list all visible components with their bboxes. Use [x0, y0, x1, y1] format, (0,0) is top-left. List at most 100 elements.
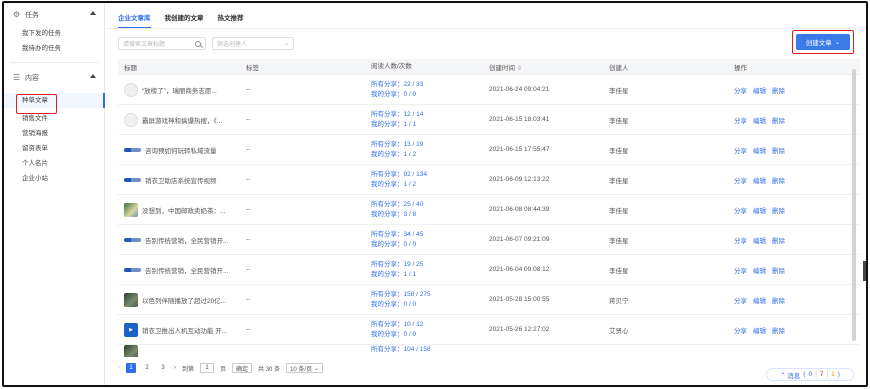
vertical-scrollbar[interactable]: [852, 69, 856, 341]
article-title[interactable]: 销衣卫助店系统宣传视频: [145, 175, 217, 185]
page-3[interactable]: 3: [158, 363, 168, 373]
page-1[interactable]: 1: [126, 363, 136, 373]
sidebar-item-lead-forms[interactable]: 留资表单: [4, 141, 104, 156]
pagination: ‹ 1 2 3 › 到第 1 页 确定 共 30 条 10 条/页 ⌄: [118, 363, 324, 373]
cell-actions: 分享 编辑 删除: [734, 145, 860, 155]
cell-reads: 所有分享：22 / 33 我的分享：0 / 0: [371, 80, 489, 100]
edit-link[interactable]: 编辑: [753, 145, 766, 155]
article-title[interactable]: “放榜了”，瑞丽商务志愿...: [142, 85, 217, 95]
cell-title[interactable]: 没想到，中国邮政卖奶茶：...: [118, 202, 246, 217]
article-thumbnail: [124, 82, 138, 97]
cell-title[interactable]: ▶ 销衣卫推出人机互动功能 开...: [118, 322, 246, 337]
reads-all: 所有分享：104 / 158: [371, 346, 431, 353]
share-link[interactable]: 分享: [734, 325, 747, 335]
article-title[interactable]: 销衣卫推出人机互动功能 开...: [142, 325, 227, 335]
table-row[interactable]: 告别传统营销，全民营销开... -- 所有分享：34 / 45 我的分享：0 / 0 2…: [118, 225, 860, 255]
cell-created-time: 2021-06-04 09:08:12: [489, 266, 550, 273]
edit-link[interactable]: 编辑: [753, 205, 766, 215]
side-drawer-handle[interactable]: [863, 261, 866, 281]
edit-link[interactable]: 编辑: [753, 175, 766, 185]
cell-title[interactable]: 咨询预如何玩转私域流量: [118, 145, 246, 155]
delete-link[interactable]: 删除: [772, 295, 785, 305]
table-row[interactable]: 以色列伴随播放了超过20亿... -- 所有分享：158 / 275 我的分享：0 /…: [118, 285, 860, 315]
cell-reads: 所有分享：34 / 45 我的分享：0 / 0: [371, 230, 489, 250]
table-row[interactable]: ▶ 销衣卫推出人机互动功能 开... -- 所有分享：10 / 12 我的分享：0 / …: [118, 315, 860, 345]
table-row[interactable]: 霸屏游戏神和搞爆热搜，《... -- 所有分享：12 / 14 我的分享：1 / 1 2…: [118, 105, 860, 135]
article-thumbnail: [124, 237, 141, 242]
sidebar-item-company-site[interactable]: 企业小站: [4, 171, 104, 186]
table-row[interactable]: “放榜了”，瑞丽商务志愿... -- 所有分享：22 / 33 我的分享：0 / 0 2…: [118, 75, 860, 105]
table-row[interactable]: 销衣卫助店系统宣传视频 -- 所有分享：92 / 134 我的分享：1 / 2 2021…: [118, 165, 860, 195]
cell-creator: 李佳星: [609, 117, 629, 125]
share-link[interactable]: 分享: [734, 205, 747, 215]
table-row[interactable]: 没想到，中国邮政卖奶茶：... -- 所有分享：25 / 40 我的分享：3 / 8 2…: [118, 195, 860, 225]
article-title[interactable]: 告别传统营销，全民营销开...: [145, 235, 228, 245]
article-title[interactable]: 霸屏游戏神和搞爆热搜，《...: [142, 115, 222, 125]
share-link[interactable]: 分享: [734, 295, 747, 305]
sidebar-item-my-pending-tasks[interactable]: 我待办的任务: [4, 41, 104, 56]
col-created-time[interactable]: 创建时间 ⇕: [489, 62, 609, 72]
table-row[interactable]: 所有分享：104 / 158: [118, 345, 860, 357]
share-link[interactable]: 分享: [734, 115, 747, 125]
cell-title[interactable]: 告别传统营销，全民营销开...: [118, 265, 246, 275]
prev-page-icon[interactable]: ‹: [118, 365, 120, 371]
sidebar-group-task[interactable]: ⚙ 任务: [4, 4, 104, 26]
share-link[interactable]: 分享: [734, 145, 747, 155]
sidebar-item-business-card[interactable]: 个人名片: [4, 156, 104, 171]
share-link[interactable]: 分享: [734, 85, 747, 95]
edit-link[interactable]: 编辑: [753, 295, 766, 305]
cell-title[interactable]: 霸屏游戏神和搞爆热搜，《...: [118, 112, 246, 127]
cell-title[interactable]: 销衣卫助店系统宣传视频: [118, 175, 246, 185]
cell-tag: --: [246, 206, 251, 213]
cell-title[interactable]: “放榜了”，瑞丽商务志愿...: [118, 82, 246, 97]
article-title[interactable]: 咨询预如何玩转私域流量: [145, 145, 217, 155]
article-thumbnail: [124, 202, 138, 217]
cell-tag: --: [246, 266, 251, 273]
cell-creator: 艾贤心: [609, 327, 629, 335]
edit-link[interactable]: 编辑: [753, 265, 766, 275]
page-size-select[interactable]: 10 条/页 ⌄: [286, 363, 324, 373]
goto-page-input[interactable]: 1: [200, 363, 215, 373]
cell-title[interactable]: 以色列伴随播放了超过20亿...: [118, 292, 246, 307]
delete-link[interactable]: 删除: [772, 115, 785, 125]
article-thumbnail: [124, 112, 138, 127]
delete-link[interactable]: 删除: [772, 145, 785, 155]
share-link[interactable]: 分享: [734, 175, 747, 185]
reads-all: 所有分享：12 / 14: [371, 110, 424, 118]
sidebar-item-my-issued-tasks[interactable]: 我下发的任务: [4, 26, 104, 41]
confirm-button[interactable]: 确定: [232, 363, 253, 373]
search-input[interactable]: 请搜索文章标题: [118, 37, 206, 50]
edit-link[interactable]: 编辑: [753, 85, 766, 95]
page-2[interactable]: 2: [142, 363, 152, 373]
delete-link[interactable]: 删除: [772, 235, 785, 245]
article-title[interactable]: 没想到，中国邮政卖奶茶：...: [142, 205, 225, 215]
delete-link[interactable]: 删除: [772, 85, 785, 95]
sidebar-item-marketing-posters[interactable]: 营销海报: [4, 126, 104, 141]
article-title[interactable]: 以色列伴随播放了超过20亿...: [142, 295, 226, 305]
delete-link[interactable]: 删除: [772, 265, 785, 275]
delete-link[interactable]: 删除: [772, 175, 785, 185]
cell-actions: 分享 编辑 删除: [734, 235, 860, 245]
edit-link[interactable]: 编辑: [753, 115, 766, 125]
article-title[interactable]: 告别传统营销，全民营销开...: [145, 265, 228, 275]
message-bar[interactable]: ◔ 消息 ( 0 | 7 | 1 ): [766, 368, 854, 381]
table-row[interactable]: 告别传统营销，全民营销开... -- 所有分享：19 / 25 我的分享：1 / 1 2…: [118, 255, 860, 285]
share-link[interactable]: 分享: [734, 265, 747, 275]
tab-hot-articles[interactable]: 热文推荐: [218, 12, 244, 28]
tab-company-library[interactable]: 企业文章库: [118, 12, 151, 28]
edit-link[interactable]: 编辑: [753, 325, 766, 335]
edit-link[interactable]: 编辑: [753, 235, 766, 245]
search-icon[interactable]: [195, 40, 201, 47]
cell-title[interactable]: [118, 345, 246, 357]
delete-link[interactable]: 删除: [772, 325, 785, 335]
sidebar-group-content[interactable]: ☰ 内容: [4, 67, 104, 89]
next-page-icon[interactable]: ›: [174, 365, 176, 371]
creator-select[interactable]: 筛选创建人 ⌄: [212, 37, 294, 50]
share-link[interactable]: 分享: [734, 235, 747, 245]
cell-title[interactable]: 告别传统营销，全民营销开...: [118, 235, 246, 245]
highlight-box: [792, 30, 854, 54]
cell-created-time: 2021-06-24 09:04:21: [489, 86, 550, 93]
tab-my-articles[interactable]: 我创建的文章: [165, 12, 204, 28]
delete-link[interactable]: 删除: [772, 205, 785, 215]
table-row[interactable]: 咨询预如何玩转私域流量 -- 所有分享：13 / 19 我的分享：1 / 2 2021-…: [118, 135, 860, 165]
